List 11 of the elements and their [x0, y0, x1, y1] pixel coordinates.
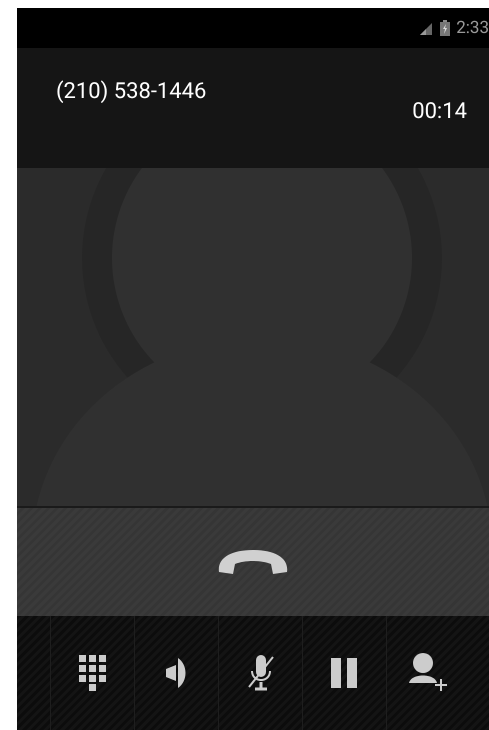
speaker-icon	[166, 655, 188, 691]
battery-charging-icon	[440, 20, 450, 36]
dialpad-icon	[78, 655, 106, 691]
caller-number: (210) 538-1446	[56, 78, 206, 106]
status-time: 2:33	[456, 20, 489, 36]
phone-handset-icon	[217, 548, 289, 576]
pause-icon	[330, 658, 358, 688]
signal-icon	[420, 21, 434, 35]
microphone-muted-icon	[246, 653, 274, 693]
call-duration: 00:14	[412, 98, 467, 126]
add-person-icon	[408, 653, 448, 693]
